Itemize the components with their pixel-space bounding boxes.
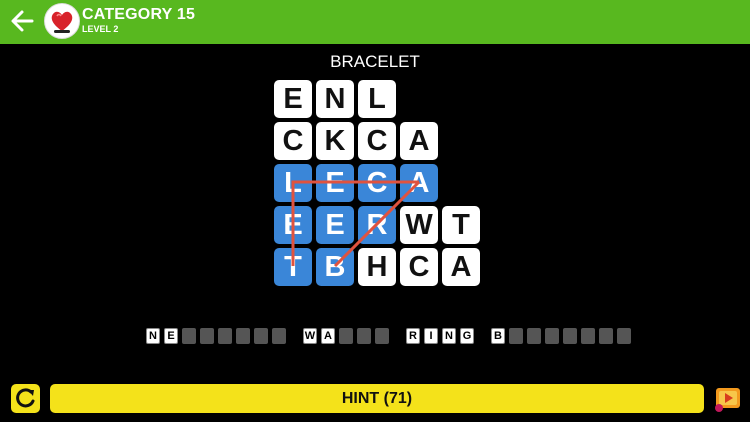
letter-tile[interactable]: K — [316, 122, 354, 160]
answer-letter-slot — [563, 328, 577, 344]
answer-slots: NEWARINGB — [0, 328, 750, 344]
answer-letter-slot — [272, 328, 286, 344]
answer-letter-slot — [236, 328, 250, 344]
letter-tile[interactable]: H — [358, 248, 396, 286]
answer-letter-slot: A — [321, 328, 335, 344]
letter-tile[interactable]: C — [274, 122, 312, 160]
back-arrow-icon[interactable] — [8, 6, 36, 36]
answer-letter-slot: N — [442, 328, 456, 344]
refresh-icon — [16, 388, 35, 408]
answer-letter-slot: B — [491, 328, 505, 344]
header-bar: CATEGORY 15 LEVEL 2 — [0, 0, 750, 44]
letter-tile[interactable]: A — [400, 122, 438, 160]
category-title: CATEGORY 15 — [82, 6, 196, 23]
letter-tile[interactable]: E — [316, 164, 354, 202]
answer-letter-slot — [509, 328, 523, 344]
answer-letter-slot: W — [303, 328, 317, 344]
letter-tile[interactable]: N — [316, 80, 354, 118]
answer-letter-slot — [182, 328, 196, 344]
hint-button[interactable]: HINT (71) — [50, 384, 704, 413]
video-play-icon — [715, 388, 740, 412]
letter-tile[interactable]: T — [274, 248, 312, 286]
answer-letter-slot — [254, 328, 268, 344]
letter-tile[interactable]: B — [316, 248, 354, 286]
answer-letter-slot: N — [146, 328, 160, 344]
letter-tile[interactable]: R — [358, 206, 396, 244]
letter-tile[interactable]: A — [442, 248, 480, 286]
letter-grid[interactable]: ENLCKCALECAEERWTTBHCA — [274, 80, 484, 290]
letter-tile[interactable]: A — [400, 164, 438, 202]
letter-tile[interactable]: C — [358, 122, 396, 160]
answer-letter-slot: R — [406, 328, 420, 344]
answer-letter-slot — [599, 328, 613, 344]
category-heart-icon — [44, 3, 80, 39]
target-word: BRACELET — [330, 52, 420, 71]
letter-tile[interactable]: E — [274, 80, 312, 118]
letter-tile[interactable]: C — [400, 248, 438, 286]
answer-letter-slot — [357, 328, 371, 344]
letter-tile[interactable]: L — [274, 164, 312, 202]
answer-letter-slot — [218, 328, 232, 344]
answer-letter-slot — [617, 328, 631, 344]
letter-tile[interactable]: W — [400, 206, 438, 244]
letter-tile[interactable]: T — [442, 206, 480, 244]
answer-letter-slot — [581, 328, 595, 344]
answer-letter-slot: G — [460, 328, 474, 344]
refresh-button[interactable] — [11, 384, 40, 413]
video-reward-button[interactable] — [714, 384, 742, 413]
level-label: LEVEL 2 — [82, 24, 119, 34]
letter-tile[interactable]: E — [316, 206, 354, 244]
answer-letter-slot: E — [164, 328, 178, 344]
answer-letter-slot — [339, 328, 353, 344]
letter-tile[interactable]: C — [358, 164, 396, 202]
answer-letter-slot — [375, 328, 389, 344]
answer-letter-slot: I — [424, 328, 438, 344]
answer-letter-slot — [200, 328, 214, 344]
letter-tile[interactable]: E — [274, 206, 312, 244]
answer-letter-slot — [527, 328, 541, 344]
answer-letter-slot — [545, 328, 559, 344]
letter-tile[interactable]: L — [358, 80, 396, 118]
